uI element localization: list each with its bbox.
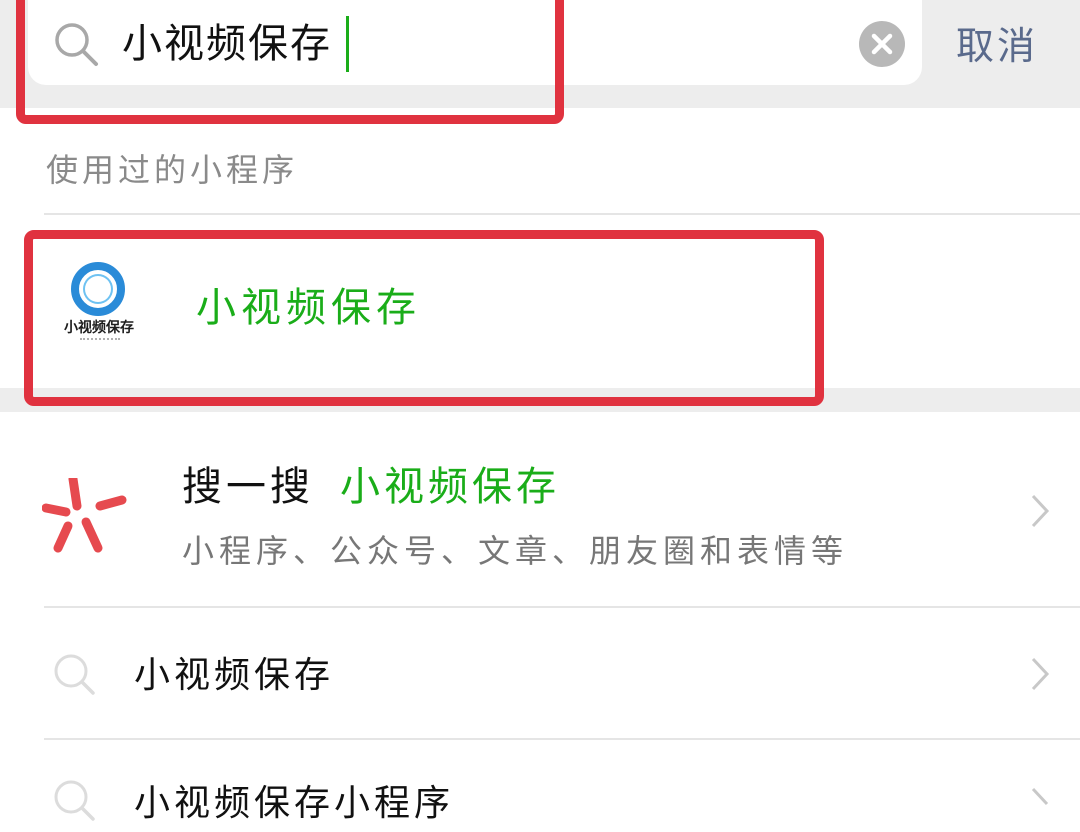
divider <box>44 738 1080 740</box>
divider <box>44 213 1080 215</box>
sou-yi-sou-subtitle: 小程序、公众号、文章、朋友圈和表情等 <box>182 532 849 570</box>
section-title-used-mini-programs: 使用过的小程序 <box>46 151 299 189</box>
sou-yi-sou-keyword: 小视频保存 <box>340 464 560 510</box>
highlight-frame-result <box>24 230 824 406</box>
sou-yi-sou-title[interactable]: 搜一搜 小视频保存 <box>182 458 560 516</box>
highlight-frame-search <box>16 0 564 124</box>
divider <box>44 606 1080 608</box>
chevron-right-icon <box>1030 656 1050 692</box>
clear-icon[interactable] <box>859 21 905 67</box>
search-icon <box>52 652 96 696</box>
suggestion-item[interactable]: 小视频保存 <box>134 648 334 704</box>
chevron-right-icon <box>1030 493 1050 529</box>
cancel-button[interactable]: 取消 <box>956 18 1038 74</box>
search-icon <box>52 778 96 822</box>
chevron-right-icon <box>1030 786 1050 822</box>
sou-yi-sou-icon <box>41 474 130 554</box>
suggestion-item[interactable]: 小视频保存小程序 <box>134 776 454 832</box>
sou-yi-sou-label: 搜一搜 <box>182 464 314 510</box>
